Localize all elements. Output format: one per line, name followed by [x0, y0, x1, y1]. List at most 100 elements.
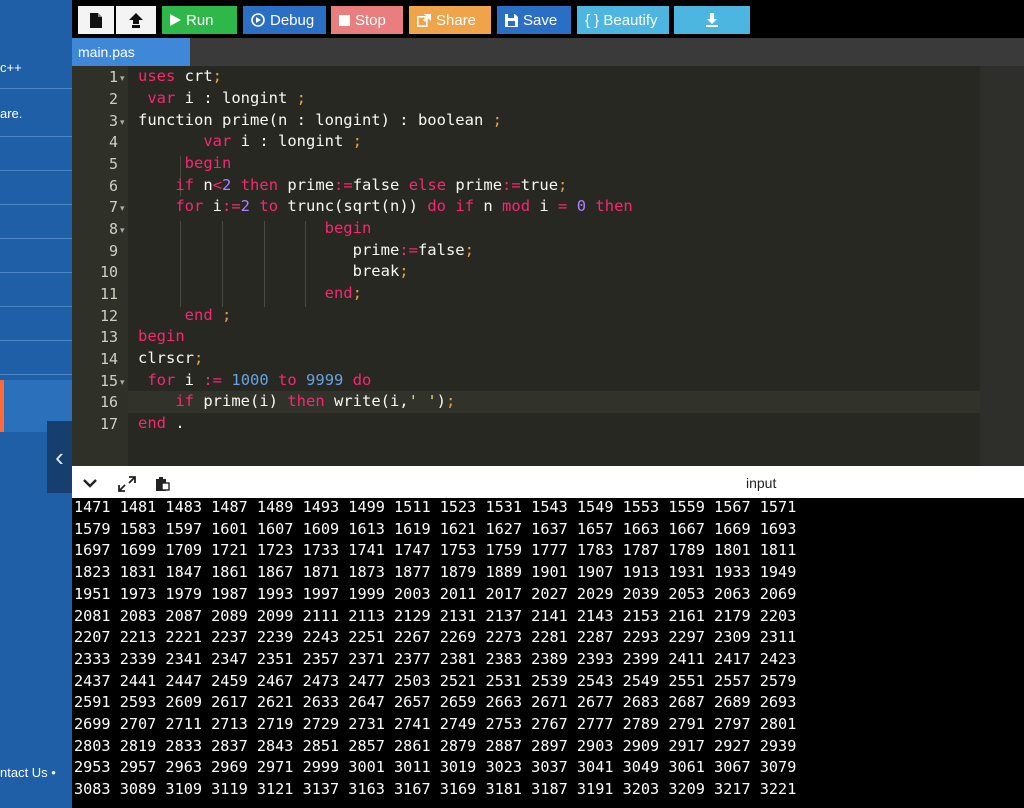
code-line: break;	[138, 262, 409, 280]
floppy-icon	[505, 13, 518, 27]
line-number: 17	[99, 415, 118, 433]
fold-marker[interactable]: ▾	[120, 377, 125, 388]
expand-icon[interactable]	[118, 476, 136, 492]
play-icon	[170, 14, 181, 26]
chevron-down-icon[interactable]	[82, 476, 100, 492]
output-line: 1823 1831 1847 1861 1867 1871 1873 1877 …	[74, 563, 797, 582]
output-line: 1697 1699 1709 1721 1723 1733 1741 1747 …	[74, 541, 797, 560]
line-number: 3	[108, 112, 118, 130]
output-line: 2333 2339 2341 2347 2351 2357 2371 2377 …	[74, 649, 797, 668]
clipboard-icon[interactable]	[154, 476, 172, 492]
left-sidebar: c++ are. ntact Us •	[0, 0, 72, 808]
sidebar-divider	[0, 136, 72, 137]
sidebar-item-label: c++	[0, 60, 22, 75]
sidebar-active-marker	[0, 380, 4, 432]
fold-marker[interactable]: ▾	[120, 203, 125, 214]
line-number: 8	[108, 220, 118, 238]
line-number: 15	[99, 372, 118, 390]
beautify-button[interactable]: { } Beautify	[577, 6, 669, 34]
output-line: 2207 2213 2221 2237 2239 2243 2251 2267 …	[74, 628, 797, 647]
fold-marker[interactable]: ▾	[120, 73, 125, 84]
debug-button[interactable]: Debug	[243, 6, 326, 34]
save-button[interactable]: Save	[497, 6, 571, 34]
program-output: 1471 1481 1483 1487 1489 1493 1499 1511 …	[72, 498, 1024, 808]
stop-button[interactable]: Stop	[331, 6, 403, 34]
code-editor[interactable]: 1 2 3 4 5 6 7 8 9 10 11 12 13 14 15 16 1…	[72, 66, 1024, 466]
output-line: 1471 1481 1483 1487 1489 1493 1499 1511 …	[74, 498, 797, 516]
line-number: 9	[108, 242, 118, 260]
code-line: begin	[324, 219, 372, 237]
fold-marker[interactable]: ▾	[120, 117, 125, 128]
save-button-label: Save	[523, 11, 558, 29]
input-label[interactable]: input	[746, 475, 776, 491]
toolbar: Run Debug Stop Share Save { } Beautify	[72, 4, 1024, 36]
run-button[interactable]: Run	[162, 6, 237, 34]
tab-main-pas[interactable]: main.pas	[72, 38, 190, 66]
sidebar-item-label: ntact Us •	[0, 765, 56, 780]
line-number: 10	[99, 263, 118, 281]
debug-button-label: Debug	[270, 11, 315, 29]
sidebar-divider	[0, 204, 72, 205]
code-line: end ;	[184, 306, 232, 324]
sidebar-item-cpp[interactable]: c++	[0, 60, 72, 75]
beautify-button-label: { } Beautify	[585, 11, 658, 29]
line-number: 13	[99, 328, 118, 346]
code-line: uses crt;	[138, 67, 222, 85]
output-line: 2591 2593 2609 2617 2621 2633 2647 2657 …	[74, 693, 797, 712]
code-line: begin	[138, 327, 185, 345]
sidebar-divider	[0, 306, 72, 307]
line-number: 4	[108, 133, 118, 151]
new-file-button[interactable]	[78, 6, 114, 34]
line-number: 11	[99, 285, 118, 303]
share-icon	[417, 13, 431, 27]
run-button-label: Run	[186, 11, 214, 29]
collapse-sidebar-button[interactable]: ‹	[47, 421, 72, 493]
sidebar-divider	[0, 272, 72, 273]
file-tab-bar: main.pas	[72, 38, 1024, 66]
code-line: function prime(n : longint) : boolean ;	[138, 111, 502, 129]
upload-button[interactable]	[116, 6, 156, 34]
line-number: 16	[99, 393, 118, 411]
stop-icon	[339, 14, 350, 26]
stop-button-label: Stop	[355, 11, 386, 29]
code-line: begin	[184, 154, 232, 172]
output-line: 2803 2819 2833 2837 2843 2851 2857 2861 …	[74, 736, 797, 755]
output-line: 2437 2441 2447 2459 2467 2473 2477 2503 …	[74, 671, 797, 690]
upload-icon	[128, 12, 144, 28]
line-number: 6	[108, 177, 118, 195]
output-line: 1579 1583 1597 1601 1607 1609 1613 1619 …	[74, 519, 797, 538]
code-line: for i:=2 to trunc(sqrt(n)) do if n mod i…	[175, 197, 633, 215]
editor-scrollbar-area[interactable]	[980, 66, 1024, 466]
fold-marker[interactable]: ▾	[120, 225, 125, 236]
line-number: 2	[108, 90, 118, 108]
line-number: 14	[99, 350, 118, 368]
download-icon	[705, 13, 719, 27]
sidebar-item-share[interactable]: are.	[0, 106, 72, 121]
sidebar-divider	[0, 170, 72, 171]
output-line: 2953 2957 2963 2969 2971 2999 3001 3011 …	[74, 758, 797, 777]
line-number: 7	[108, 198, 118, 216]
output-line: 3083 3089 3109 3119 3121 3137 3163 3167 …	[74, 780, 797, 799]
code-line: end;	[324, 284, 362, 302]
debug-icon	[251, 13, 265, 27]
code-line: if prime(i) then write(i,' ');	[175, 392, 456, 410]
line-number: 5	[108, 155, 118, 173]
code-line: prime:=false;	[138, 241, 474, 259]
output-toolbar: input	[72, 470, 1024, 498]
sidebar-divider	[0, 340, 72, 341]
code-line: for i := 1000 to 9999 do	[147, 371, 372, 389]
file-icon	[90, 12, 102, 28]
share-button[interactable]: Share	[409, 6, 491, 34]
line-number: 12	[99, 307, 118, 325]
output-line: 2081 2083 2087 2089 2099 2111 2113 2129 …	[74, 606, 797, 625]
code-line: clrscr;	[138, 349, 204, 367]
chevron-left-icon: ‹	[55, 442, 64, 472]
download-button[interactable]	[674, 6, 750, 34]
sidebar-item-contact-us[interactable]: ntact Us •	[0, 765, 72, 780]
line-number: 1	[108, 68, 118, 86]
output-line: 2699 2707 2711 2713 2719 2729 2731 2741 …	[74, 715, 797, 733]
sidebar-item-label: are.	[0, 106, 23, 121]
code-line: if n<2 then prime:=false else prime:=tru…	[175, 176, 568, 194]
share-button-label: Share	[436, 11, 477, 29]
code-line: var i : longint ;	[203, 132, 362, 150]
